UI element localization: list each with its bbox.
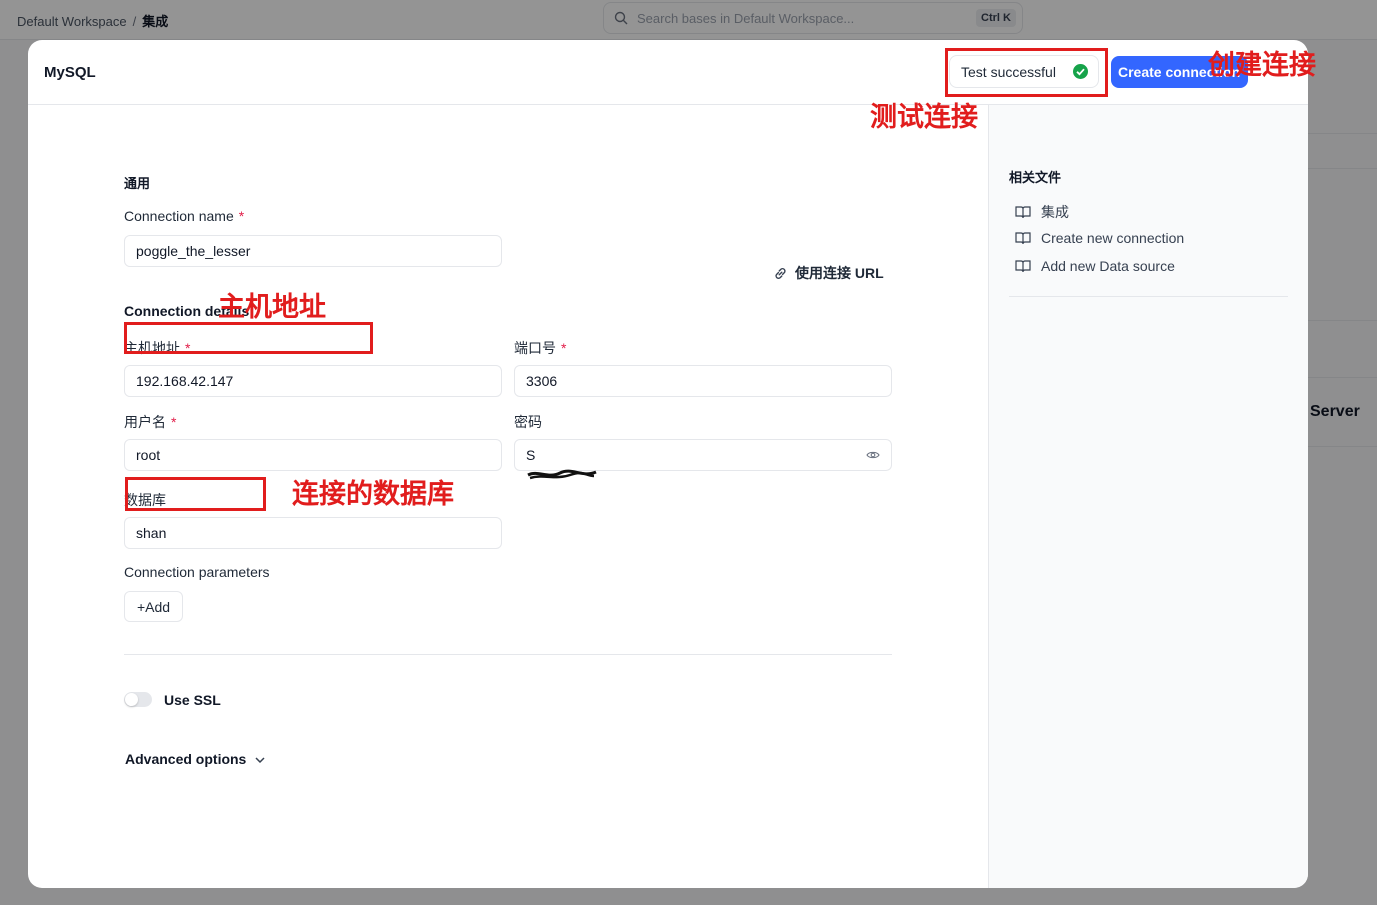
sidebar-divider xyxy=(1009,296,1288,297)
port-input[interactable] xyxy=(514,365,892,397)
eye-icon[interactable] xyxy=(866,448,880,462)
section-general-title: 通用 xyxy=(124,176,151,191)
modal-title: MySQL xyxy=(44,64,96,81)
book-open-icon xyxy=(1015,260,1031,273)
mysql-connection-modal: MySQL Test successful Create connection … xyxy=(28,40,1308,888)
annotation-database: 连接的数据库 xyxy=(292,479,454,510)
connection-parameters-label: Connection parameters xyxy=(124,564,270,580)
plus-icon: + xyxy=(136,598,146,615)
connection-name-label: Connection name * xyxy=(124,208,245,224)
ssl-label: Use SSL xyxy=(164,692,221,708)
sidebar-item-integration[interactable]: 集成 xyxy=(1015,202,1069,222)
chevron-down-icon xyxy=(255,757,265,764)
port-label: 端口号 * xyxy=(514,340,567,356)
database-input[interactable] xyxy=(124,517,502,549)
sidebar-item-create-connection[interactable]: Create new connection xyxy=(1015,230,1184,246)
annotation-create: 创建连接 xyxy=(1208,50,1316,81)
modal-header: MySQL Test successful Create connection xyxy=(28,40,1308,105)
username-label: 用户名 * xyxy=(124,414,177,430)
redaction-scribble xyxy=(527,469,597,480)
annotation-box-test xyxy=(945,48,1108,97)
book-open-icon xyxy=(1015,232,1031,245)
book-open-icon xyxy=(1015,206,1031,219)
password-label: 密码 xyxy=(514,414,542,430)
connection-name-input[interactable] xyxy=(124,235,502,267)
username-input[interactable] xyxy=(124,439,502,471)
advanced-options-toggle[interactable]: Advanced options xyxy=(125,751,265,767)
sidebar-item-add-data-source[interactable]: Add new Data source xyxy=(1015,258,1175,274)
sidebar-title: 相关文件 xyxy=(1009,170,1062,185)
toggle-knob xyxy=(125,693,138,706)
annotation-box-host xyxy=(124,322,373,354)
host-input[interactable] xyxy=(124,365,502,397)
annotation-host: 主机地址 xyxy=(218,292,326,323)
ssl-toggle[interactable] xyxy=(124,692,152,707)
related-docs-sidebar: 相关文件 集成 Create new connection Add new Da… xyxy=(988,105,1308,888)
link-icon xyxy=(775,268,786,279)
annotation-box-database xyxy=(125,477,266,511)
use-url-link[interactable]: 使用连接 URL xyxy=(773,263,884,283)
annotation-test: 测试连接 xyxy=(870,102,978,133)
form-divider xyxy=(124,654,892,655)
add-parameter-button[interactable]: +Add xyxy=(124,591,183,622)
